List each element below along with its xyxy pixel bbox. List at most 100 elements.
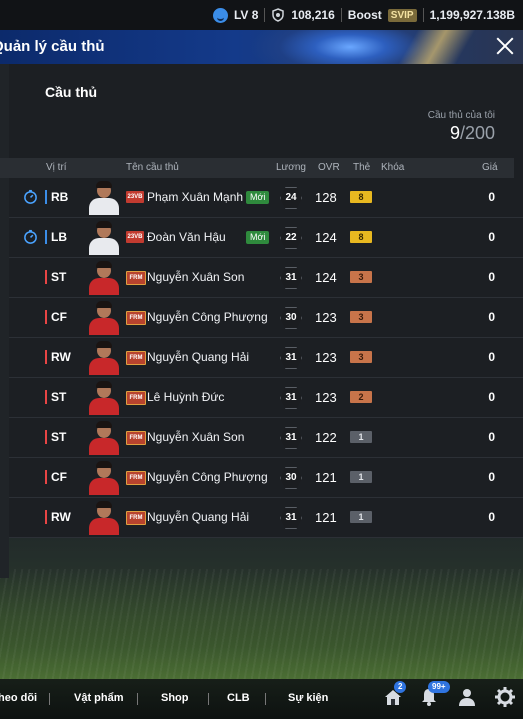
table-row[interactable]: CF FRM Nguyễn Công Phượng 30 123 3 0 [9,298,523,338]
season-badge: FRM [126,351,146,365]
player-hair [96,501,112,508]
position-color-bar [45,190,47,204]
player-hair [96,221,112,228]
nav-shop[interactable]: Shop [161,692,189,704]
salary-badge: 22 [280,227,302,249]
season-badge: 23VB [126,191,144,203]
column-ovr[interactable]: OVR [318,162,340,173]
player-ovr: 121 [315,510,337,525]
column-lock[interactable]: Khóa [381,162,404,173]
upgrade-level-badge: 1 [350,471,372,483]
table-row[interactable]: RW FRM Nguyễn Quang Hải 31 123 3 0 [9,338,523,378]
player-price: 0 [488,310,495,324]
column-position[interactable]: Vị trí [46,162,67,173]
table-row[interactable]: RB 23VB Phạm Xuân Mạnh Mới 24 128 8 0 [9,178,523,218]
player-hair [96,421,112,428]
close-icon[interactable] [493,34,517,58]
new-badge: Mới [246,231,270,244]
nav-divider [265,693,266,705]
player-avatar [87,221,121,255]
player-avatar [87,421,121,455]
nav-items[interactable]: Vật phẩm [74,692,124,704]
nav-club[interactable]: CLB [227,692,250,704]
header-decoration [380,30,490,64]
position-color-bar [45,470,47,484]
player-position: RW [51,510,71,524]
table-row[interactable]: CF FRM Nguyễn Công Phượng 30 121 1 0 [9,458,523,498]
smiley-icon [212,7,228,23]
player-kit [89,198,119,215]
player-name: Nguyễn Quang Hải [147,510,250,524]
player-avatar [87,341,121,375]
player-kit [89,278,119,295]
nav-events[interactable]: Sự kiện [288,692,328,704]
player-name: Nguyễn Quang Hải [147,350,250,364]
home-badge: 2 [394,681,407,693]
table-row[interactable]: LB 23VB Đoàn Văn Hậu Mới 22 124 8 0 [9,218,523,258]
column-card[interactable]: Thẻ [353,162,370,173]
player-avatar [87,181,121,215]
side-panel-edge [0,64,9,578]
season-badge: 23VB [126,231,144,243]
salary-badge: 31 [280,267,302,289]
column-name[interactable]: Tên cầu thủ [126,162,179,173]
boost-label[interactable]: Boost [348,8,382,22]
upgrade-level-badge: 3 [350,271,372,283]
points-text: 108,216 [291,8,335,22]
gear-icon[interactable] [494,686,516,708]
player-price: 0 [488,510,495,524]
player-price: 0 [488,390,495,404]
salary-badge: 31 [280,507,302,529]
section-title: Cầu thủ [45,84,98,100]
season-badge: FRM [126,471,146,485]
column-salary[interactable]: Lương [276,162,306,173]
player-avatar [87,261,121,295]
status-bar: LV 8 108,216 Boost SVIP 1,199,927.138B [0,0,523,30]
player-price: 0 [488,350,495,364]
player-name: Lê Huỳnh Đức [147,390,225,404]
player-avatar [87,501,121,535]
new-badge: Mới [246,191,270,204]
nav-follow[interactable]: heo dõi [0,692,37,704]
page-title: Quản lý cầu thủ [0,38,105,55]
player-kit [89,238,119,255]
position-color-bar [45,350,47,364]
profile-icon[interactable] [456,686,478,708]
salary-badge: 30 [280,307,302,329]
table-row[interactable]: ST FRM Nguyễn Xuân Son 31 122 1 0 [9,418,523,458]
table-row[interactable]: ST FRM Nguyễn Xuân Son 31 124 3 0 [9,258,523,298]
player-position: RW [51,350,71,364]
player-hair [96,381,112,388]
player-kit [89,478,119,495]
upgrade-level-badge: 1 [350,431,372,443]
upgrade-level-badge: 2 [350,391,372,403]
salary-badge: 31 [280,427,302,449]
bottom-nav: heo dõi Vật phẩm Shop CLB Sự kiện 2 99+ [0,679,523,719]
table-row[interactable]: ST FRM Lê Huỳnh Đức 31 123 2 0 [9,378,523,418]
table-row[interactable]: RW FRM Nguyễn Quang Hải 31 121 1 0 [9,498,523,538]
player-position: ST [51,430,67,444]
player-kit [89,518,119,535]
position-color-bar [45,270,47,284]
position-color-bar [45,390,47,404]
player-name: Nguyễn Xuân Son [147,430,245,444]
position-color-bar [45,230,47,244]
svip-badge: SVIP [387,8,417,22]
player-count-current: 9 [449,123,460,143]
player-kit [89,438,119,455]
upgrade-level-badge: 1 [350,511,372,523]
upgrade-level-badge: 3 [350,351,372,363]
salary-badge: 31 [280,387,302,409]
player-position: LB [51,230,67,244]
position-color-bar [45,510,47,524]
season-badge: FRM [126,271,146,285]
season-badge: FRM [126,391,146,405]
player-avatar [87,381,121,415]
player-price: 0 [488,270,495,284]
upgrade-level-badge: 3 [350,311,372,323]
player-name: Đoàn Văn Hậu [147,230,226,244]
notification-badge: 99+ [428,681,450,693]
season-badge: FRM [126,311,146,325]
column-price[interactable]: Giá [482,162,498,173]
position-color-bar [45,310,47,324]
